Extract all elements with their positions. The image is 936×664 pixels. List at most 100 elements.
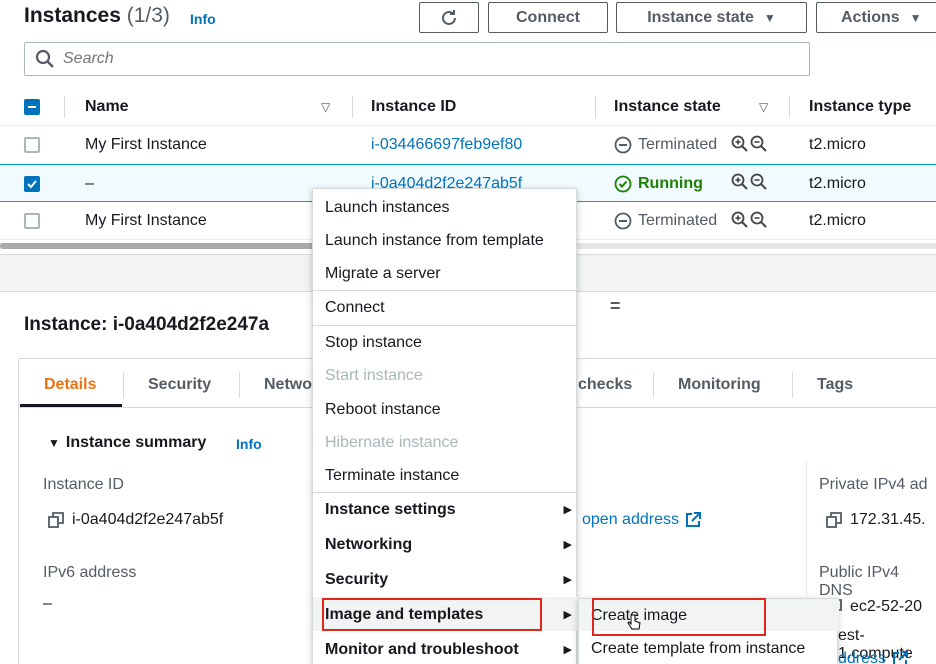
- menu-item-launch-instances[interactable]: Launch instances: [325, 199, 450, 217]
- info-link[interactable]: Info: [236, 436, 262, 452]
- tab-monitoring[interactable]: Monitoring: [678, 376, 761, 394]
- row-checkbox[interactable]: [24, 137, 40, 153]
- actions-button[interactable]: Actions ▼: [816, 2, 936, 33]
- instance-id-text: i-0a404d2f2e247ab5f: [72, 511, 224, 528]
- submenu-arrow-icon: ▶: [563, 609, 572, 621]
- instance-detail-title: Instance: i-0a404d2f2e247a: [24, 314, 270, 335]
- caret-down-icon: ▼: [48, 436, 60, 450]
- instance-state: Terminated: [614, 136, 717, 154]
- zoom-in-icon[interactable]: [731, 211, 749, 229]
- connect-label: Connect: [516, 8, 580, 26]
- zoom-controls[interactable]: [731, 135, 768, 153]
- zoom-out-icon[interactable]: [750, 135, 768, 153]
- scrollbar-thumb[interactable]: [0, 243, 320, 249]
- instance-type: t2.micro: [809, 212, 866, 229]
- open-address-link[interactable]: open address: [582, 511, 701, 529]
- col-header-name[interactable]: Name: [85, 98, 129, 116]
- sort-caret-icon[interactable]: ▽: [759, 100, 768, 114]
- highlight-box: [322, 598, 542, 631]
- highlight-box: [592, 598, 766, 636]
- summary-label: Instance summary: [65, 434, 207, 451]
- instance-state: Running: [614, 175, 703, 193]
- public-dns-text: ec2-52-20: [850, 598, 923, 615]
- zoom-in-icon[interactable]: [731, 135, 749, 153]
- refresh-icon: [442, 9, 456, 25]
- zoom-out-icon[interactable]: [750, 211, 768, 229]
- active-tab-indicator: [20, 404, 122, 407]
- tab-networking[interactable]: Netwo: [264, 376, 312, 394]
- search-input[interactable]: [63, 50, 763, 68]
- menu-item-terminate-instance[interactable]: Terminate instance: [325, 467, 459, 485]
- public-dns-label: Public IPv4 DNS: [819, 564, 900, 599]
- ipv6-label: IPv6 address: [43, 564, 137, 581]
- sort-caret-icon[interactable]: ▽: [321, 100, 330, 114]
- private-ipv4-text: 172.31.45.: [850, 511, 926, 528]
- copy-icon[interactable]: [826, 512, 842, 528]
- menu-item-start-instance: Start instance: [325, 367, 423, 384]
- col-header-instance-id[interactable]: Instance ID: [371, 98, 456, 116]
- instance-state-button[interactable]: Instance state ▼: [616, 2, 807, 33]
- search-bar[interactable]: [24, 42, 810, 76]
- private-ipv4-value: 172.31.45.: [826, 511, 926, 529]
- tab-tags[interactable]: Tags: [817, 376, 853, 394]
- running-check-icon: [614, 175, 632, 193]
- menu-item-networking[interactable]: Networking: [325, 536, 412, 554]
- checkmark-icon: [27, 180, 37, 189]
- external-link-icon: [685, 512, 701, 527]
- submenu-arrow-icon: ▶: [563, 539, 572, 551]
- tab-details[interactable]: Details: [44, 376, 96, 394]
- menu-item-connect[interactable]: Connect: [325, 299, 385, 317]
- menu-item-instance-settings[interactable]: Instance settings: [325, 501, 456, 519]
- row-checkbox[interactable]: [24, 213, 40, 229]
- info-link[interactable]: Info: [190, 11, 216, 27]
- row-checkbox[interactable]: [24, 176, 40, 192]
- menu-item-migrate-server[interactable]: Migrate a server: [325, 265, 441, 283]
- menu-item-reboot-instance[interactable]: Reboot instance: [325, 401, 441, 419]
- terminated-icon: [614, 136, 632, 154]
- table-header: Name ▽ Instance ID Instance state ▽ Inst…: [0, 88, 936, 126]
- drag-handle-icon[interactable]: =: [610, 296, 621, 317]
- menu-item-stop-instance[interactable]: Stop instance: [325, 334, 422, 352]
- copy-icon[interactable]: [48, 512, 64, 528]
- caret-down-icon: ▼: [909, 10, 922, 25]
- table-row[interactable]: My First Instance i-034466697feb9ef80 Te…: [0, 126, 936, 164]
- page-title: Instances (1/3): [24, 4, 170, 28]
- page-header: Instances (1/3) Info Connect Instance st…: [0, 0, 936, 40]
- connect-button[interactable]: Connect: [488, 2, 608, 33]
- menu-item-security[interactable]: Security: [325, 571, 388, 589]
- instance-summary-toggle[interactable]: ▼ Instance summary: [48, 434, 206, 452]
- menu-item-hibernate-instance: Hibernate instance: [325, 434, 459, 451]
- external-link-icon: [893, 651, 909, 664]
- tab-security[interactable]: Security: [148, 376, 211, 394]
- instance-count: (1/3): [126, 4, 170, 27]
- caret-down-icon: ▼: [763, 10, 776, 25]
- open-address-link[interactable]: ddress: [838, 650, 909, 664]
- col-header-instance-type[interactable]: Instance type: [809, 98, 911, 116]
- submenu-item-create-template[interactable]: Create template from instance: [591, 640, 805, 658]
- tab-status-checks[interactable]: checks: [578, 376, 632, 394]
- zoom-out-icon[interactable]: [750, 173, 768, 191]
- instance-type: t2.micro: [809, 175, 866, 192]
- col-header-instance-state[interactable]: Instance state: [614, 98, 721, 116]
- state-label: Terminated: [638, 212, 718, 229]
- search-icon: [35, 49, 54, 68]
- instance-id-label: Instance ID: [43, 476, 124, 493]
- zoom-in-icon[interactable]: [731, 173, 749, 191]
- menu-item-launch-from-template[interactable]: Launch instance from template: [325, 232, 544, 250]
- state-label: Running: [638, 175, 703, 192]
- select-all-checkbox[interactable]: [24, 99, 40, 115]
- refresh-button[interactable]: [419, 2, 479, 33]
- instance-name: My First Instance: [85, 212, 207, 229]
- zoom-controls[interactable]: [731, 173, 768, 191]
- state-label: Terminated: [638, 136, 718, 153]
- public-dns-value: ec2-52-20: [826, 598, 922, 616]
- menu-item-monitor-troubleshoot[interactable]: Monitor and troubleshoot: [325, 641, 519, 659]
- private-ipv4-label: Private IPv4 ad: [819, 476, 928, 493]
- instance-id-link[interactable]: i-034466697feb9ef80: [371, 136, 522, 154]
- ipv6-value: –: [43, 595, 52, 612]
- instance-type: t2.micro: [809, 136, 866, 153]
- context-menu: Launch instances Launch instance from te…: [312, 188, 578, 664]
- open-address-text: open address: [582, 511, 679, 528]
- zoom-controls[interactable]: [731, 211, 768, 229]
- instance-state-label: Instance state: [647, 8, 754, 26]
